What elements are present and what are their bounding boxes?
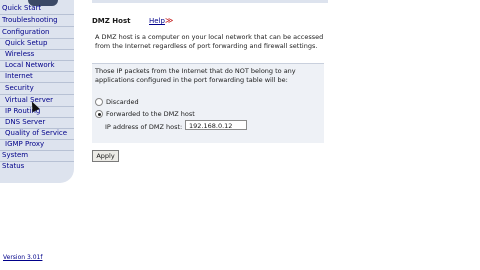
sidebar-item-dns-server[interactable]: DNS Server (0, 118, 74, 129)
sidebar-item-quick-start[interactable]: Quick Start (0, 4, 74, 15)
apply-button[interactable]: Apply (92, 150, 119, 162)
dmz-ip-input[interactable]: 192.168.0.12 (185, 120, 247, 130)
sidebar-item-security[interactable]: Security (0, 84, 74, 95)
sidebar-item-status[interactable]: Status (0, 162, 74, 172)
radio-discarded[interactable]: Discarded (95, 98, 139, 106)
sidebar: Quick Start Troubleshooting Configuratio… (0, 0, 74, 270)
sidebar-item-wireless[interactable]: Wireless (0, 50, 74, 61)
radio-button[interactable] (95, 98, 103, 106)
sidebar-item-quick-setup[interactable]: Quick Setup (0, 39, 74, 50)
sidebar-item-troubleshooting[interactable]: Troubleshooting (0, 16, 74, 27)
help-link[interactable]: Help (149, 17, 165, 25)
radio-button-selected[interactable] (95, 110, 103, 118)
sidebar-item-configuration[interactable]: Configuration (0, 28, 74, 39)
top-divider (92, 0, 328, 3)
main-content: DMZ Host Help ≫ A DMZ host is a computer… (92, 0, 480, 270)
box-description: Those IP packets from the Internet that … (95, 67, 296, 84)
radio-label-discarded: Discarded (106, 98, 139, 106)
nav-panel: Quick Start Troubleshooting Configuratio… (0, 0, 74, 183)
help-arrow-icon[interactable]: ≫ (165, 16, 173, 25)
page-description: A DMZ host is a computer on your local n… (95, 33, 324, 50)
sidebar-item-quality-of-service[interactable]: Quality of Service (0, 129, 74, 140)
sidebar-item-internet[interactable]: Internet (0, 72, 74, 83)
dmz-ip-label: IP address of DMZ host: (105, 123, 183, 131)
sidebar-item-system[interactable]: System (0, 151, 74, 162)
page-title: DMZ Host (92, 17, 131, 25)
radio-forwarded[interactable]: Forwarded to the DMZ host (95, 110, 195, 118)
radio-label-forwarded: Forwarded to the DMZ host (106, 110, 195, 118)
version-link[interactable]: Version 3.01f (3, 254, 42, 261)
sidebar-item-igmp-proxy[interactable]: IGMP Proxy (0, 140, 74, 151)
sidebar-item-local-network[interactable]: Local Network (0, 61, 74, 72)
